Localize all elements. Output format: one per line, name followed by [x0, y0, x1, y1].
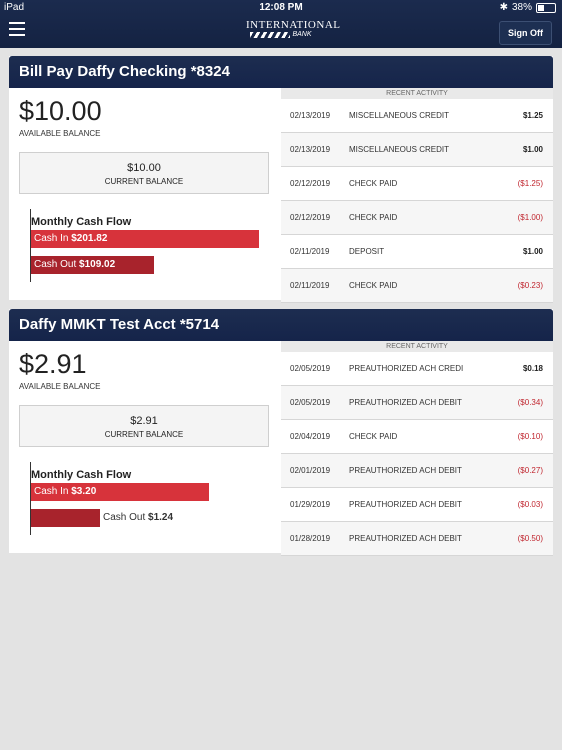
cash-flow-title: Monthly Cash Flow: [31, 216, 132, 228]
cash-out-value: $109.02: [79, 259, 116, 270]
transaction-date: 02/01/2019: [290, 466, 331, 475]
cash-flow-title: Monthly Cash Flow: [31, 469, 132, 481]
status-bar: iPad 12:08 PM ✱ 38%: [0, 0, 562, 14]
recent-activity-header: RECENT ACTIVITY: [281, 341, 553, 352]
transaction-amount: ($0.03): [517, 500, 543, 509]
transaction-date: 02/05/2019: [290, 364, 331, 373]
transaction-amount: $1.25: [522, 111, 543, 120]
transaction-row[interactable]: 01/29/2019 PREAUTHORIZED ACH DEBIT ($0.03): [281, 488, 553, 522]
transaction-row[interactable]: 02/01/2019 PREAUTHORIZED ACH DEBIT ($0.27): [281, 454, 553, 488]
cash-flow-chart: Monthly Cash Flow Cash In $201.82 Cash O…: [30, 209, 271, 282]
logo-sub: BANK: [292, 31, 312, 38]
transaction-amount: $1.00: [522, 247, 543, 256]
transaction-date: 02/13/2019: [290, 145, 331, 154]
menu-icon[interactable]: [9, 22, 25, 40]
cash-in-bar: Cash In $3.20: [31, 483, 209, 501]
transaction-row[interactable]: 02/13/2019 MISCELLANEOUS CREDIT $1.00: [281, 133, 553, 167]
cash-in-bar: Cash In $201.82: [31, 230, 259, 248]
transaction-row[interactable]: 01/28/2019 PREAUTHORIZED ACH DEBIT ($0.50): [281, 522, 553, 556]
transaction-description: PREAUTHORIZED ACH DEBIT: [349, 398, 462, 407]
cash-out-bar: Cash Out $109.02: [31, 256, 154, 274]
current-balance: $10.00: [127, 162, 161, 174]
transaction-date: 01/28/2019: [290, 534, 331, 543]
current-balance-box: $10.00 CURRENT BALANCE: [19, 152, 269, 194]
transaction-row[interactable]: 02/13/2019 MISCELLANEOUS CREDIT $1.25: [281, 99, 553, 133]
transaction-description: CHECK PAID: [349, 213, 398, 222]
account-card: Bill Pay Daffy Checking *8324 $10.00 AVA…: [9, 56, 553, 303]
current-balance-label: CURRENT BALANCE: [104, 177, 184, 186]
transaction-date: 01/29/2019: [290, 500, 331, 509]
logo-name: INTERNATIONAL: [246, 19, 341, 31]
transaction-row[interactable]: 02/11/2019 DEPOSIT $1.00: [281, 235, 553, 269]
bluetooth-icon: ✱: [499, 2, 508, 13]
transaction-amount: ($0.27): [517, 466, 543, 475]
transaction-row[interactable]: 02/12/2019 CHECK PAID ($1.00): [281, 201, 553, 235]
transaction-date: 02/12/2019: [290, 179, 331, 188]
available-balance-label: AVAILABLE BALANCE: [19, 129, 101, 138]
transaction-description: DEPOSIT: [349, 247, 385, 256]
transaction-amount: ($1.25): [517, 179, 543, 188]
transaction-row[interactable]: 02/12/2019 CHECK PAID ($1.25): [281, 167, 553, 201]
battery-percent: 38%: [511, 2, 532, 13]
transaction-row[interactable]: 02/05/2019 PREAUTHORIZED ACH DEBIT ($0.34): [281, 386, 553, 420]
transaction-date: 02/05/2019: [290, 398, 331, 407]
available-balance: $10.00: [19, 96, 102, 126]
current-balance-box: $2.91 CURRENT BALANCE: [19, 405, 269, 447]
logo-stripe-icon: [250, 32, 291, 38]
account-title[interactable]: Bill Pay Daffy Checking *8324: [9, 56, 553, 88]
cash-in-value: $3.20: [71, 486, 97, 497]
cash-out-value: $1.24: [148, 512, 174, 523]
account-title[interactable]: Daffy MMKT Test Acct *5714: [9, 309, 553, 341]
available-balance: $2.91: [19, 349, 87, 379]
transaction-amount: ($0.34): [517, 398, 543, 407]
transaction-amount: ($0.50): [517, 534, 543, 543]
transaction-amount: $0.18: [522, 364, 543, 373]
cash-out-label: Cash Out: [34, 259, 77, 270]
cash-flow-chart: Monthly Cash Flow Cash In $3.20 Cash Out…: [30, 462, 271, 535]
cash-out-bar: [31, 509, 100, 527]
transaction-description: PREAUTHORIZED ACH CREDI: [349, 364, 464, 373]
bank-logo: INTERNATIONAL BANK: [246, 19, 341, 42]
clock: 12:08 PM: [259, 2, 303, 13]
top-bar: iPad 12:08 PM ✱ 38% INTERNATIONAL BANK S…: [0, 0, 562, 48]
transaction-date: 02/12/2019: [290, 213, 331, 222]
cash-in-label: Cash In: [34, 486, 69, 497]
cash-in-value: $201.82: [71, 233, 108, 244]
transaction-description: PREAUTHORIZED ACH DEBIT: [349, 500, 462, 509]
account-card: Daffy MMKT Test Acct *5714 $2.91 AVAILAB…: [9, 309, 553, 556]
transaction-description: MISCELLANEOUS CREDIT: [349, 145, 450, 154]
current-balance-label: CURRENT BALANCE: [104, 430, 184, 439]
transaction-amount: $1.00: [522, 145, 543, 154]
transaction-date: 02/11/2019: [290, 247, 330, 256]
transaction-description: CHECK PAID: [349, 432, 398, 441]
sign-off-button[interactable]: Sign Off: [499, 21, 552, 45]
cash-in-label: Cash In: [34, 233, 69, 244]
transaction-row[interactable]: 02/05/2019 PREAUTHORIZED ACH CREDI $0.18: [281, 352, 553, 386]
transaction-row[interactable]: 02/11/2019 CHECK PAID ($0.23): [281, 269, 553, 303]
battery-icon: [536, 2, 556, 13]
transaction-description: MISCELLANEOUS CREDIT: [349, 111, 450, 120]
available-balance-label: AVAILABLE BALANCE: [19, 382, 101, 391]
status-indicators: ✱ 38%: [500, 2, 556, 13]
transaction-amount: ($1.00): [517, 213, 543, 222]
transaction-date: 02/13/2019: [290, 111, 331, 120]
transaction-description: CHECK PAID: [349, 179, 398, 188]
transaction-date: 02/11/2019: [290, 281, 330, 290]
recent-activity-pane: RECENT ACTIVITY 02/05/2019 PREAUTHORIZED …: [281, 341, 553, 556]
cash-out-outside-label: Cash Out $1.24: [103, 509, 173, 527]
transaction-amount: ($0.10): [517, 432, 543, 441]
recent-activity-header: RECENT ACTIVITY: [281, 88, 553, 99]
current-balance: $2.91: [130, 415, 158, 427]
transaction-row[interactable]: 02/04/2019 CHECK PAID ($0.10): [281, 420, 553, 454]
recent-activity-pane: RECENT ACTIVITY 02/13/2019 MISCELLANEOUS …: [281, 88, 553, 303]
transaction-description: CHECK PAID: [349, 281, 398, 290]
transaction-date: 02/04/2019: [290, 432, 331, 441]
transaction-amount: ($0.23): [517, 281, 543, 290]
cash-out-label: Cash Out: [103, 512, 146, 523]
transaction-description: PREAUTHORIZED ACH DEBIT: [349, 534, 462, 543]
transaction-description: PREAUTHORIZED ACH DEBIT: [349, 466, 462, 475]
